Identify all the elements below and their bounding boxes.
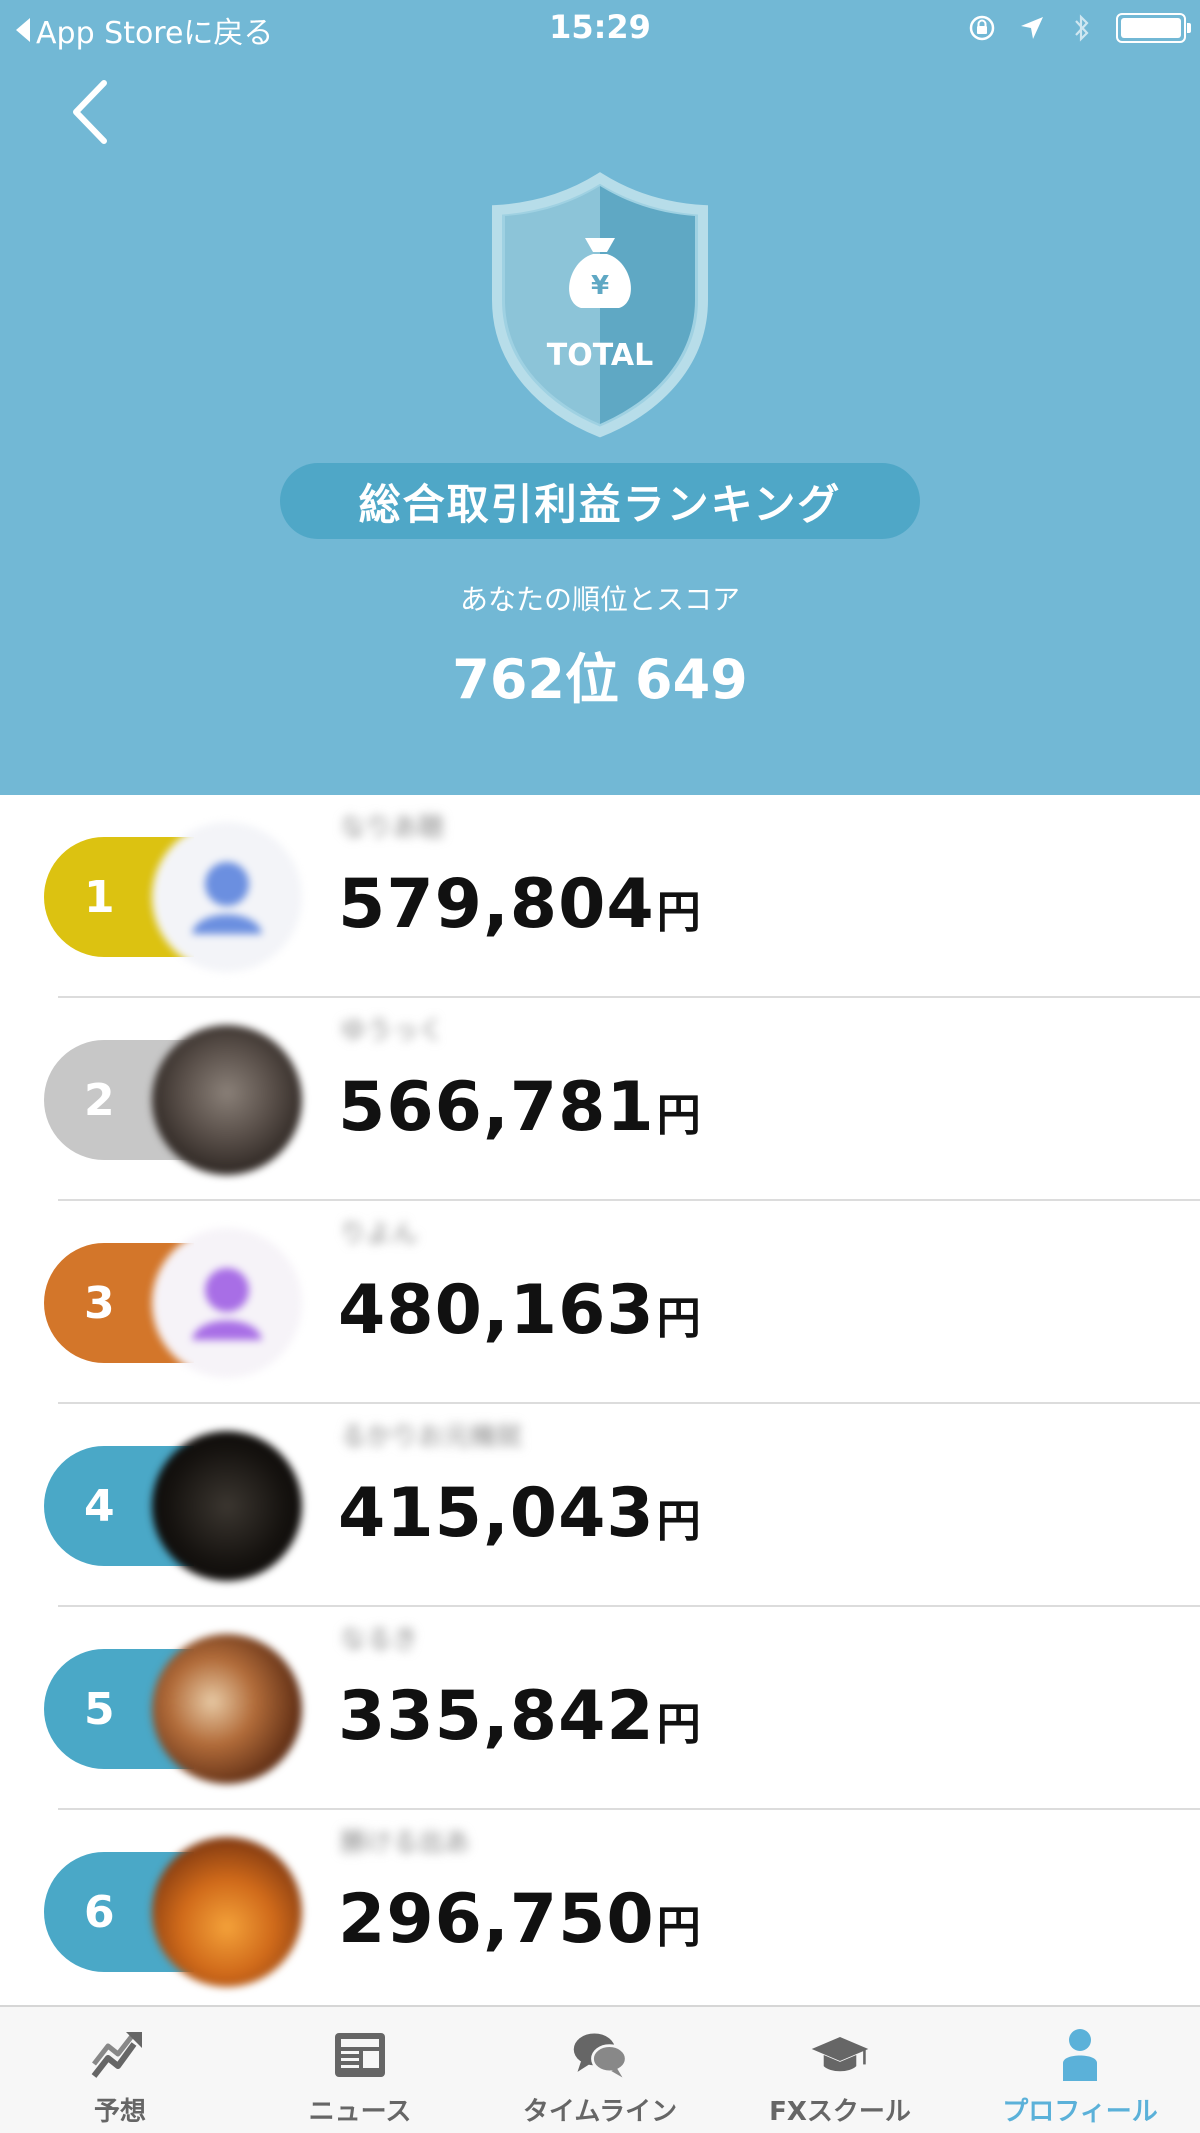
profit-amount: 579,804円 bbox=[338, 865, 702, 944]
tab-timeline[interactable]: タイムライン bbox=[480, 2007, 720, 2133]
ranking-header: App Storeに戻る 15:29 ¥ TOTAL 総合取引利益ランキング あ… bbox=[0, 0, 1200, 795]
chevron-left-icon bbox=[73, 80, 107, 144]
avatar bbox=[152, 1634, 302, 1784]
newspaper-icon bbox=[330, 2025, 390, 2085]
user-placeholder-icon bbox=[192, 862, 262, 934]
username: りよん bbox=[340, 1219, 419, 1249]
person-icon bbox=[1050, 2025, 1110, 2085]
your-rank-score: 762位 649 bbox=[0, 635, 1200, 714]
user-placeholder-icon bbox=[192, 1268, 262, 1340]
chat-bubbles-icon bbox=[570, 2025, 630, 2085]
profit-amount: 566,781円 bbox=[338, 1068, 702, 1147]
tab-label: プロフィール bbox=[1002, 2097, 1158, 2127]
username: なるき bbox=[340, 1625, 419, 1655]
tab-news[interactable]: ニュース bbox=[240, 2007, 480, 2133]
tab-label: 予想 bbox=[93, 2097, 146, 2127]
profit-amount: 335,842円 bbox=[338, 1677, 702, 1756]
shield-icon: ¥ TOTAL bbox=[492, 172, 708, 438]
status-bar: App Storeに戻る 15:29 bbox=[0, 0, 1200, 60]
profit-amount: 296,750円 bbox=[338, 1880, 702, 1959]
username: 勝ける出あ bbox=[340, 1828, 471, 1858]
ranking-list[interactable]: 1 なりあ聴 579,804円 2 ゆうっく 566,781円 3 りよん 48… bbox=[0, 795, 1200, 2005]
orientation-lock-icon bbox=[966, 12, 998, 44]
your-rank-label: あなたの順位とスコア bbox=[459, 583, 740, 616]
ranking-row[interactable]: 5 なるき 335,842円 bbox=[0, 1607, 1200, 1810]
avatar bbox=[152, 822, 302, 972]
your-rank: 762位 bbox=[452, 648, 619, 711]
tab-forecast[interactable]: 予想 bbox=[0, 2007, 240, 2133]
ranking-row[interactable]: 3 りよん 480,163円 bbox=[0, 1201, 1200, 1404]
username: ゆうっく bbox=[340, 1016, 445, 1046]
tab-bar: 予想 ニュース タイムライン FXスクール プロフィール bbox=[0, 2005, 1200, 2133]
tab-label: FXスクール bbox=[769, 2097, 911, 2127]
ranking-row[interactable]: 6 勝ける出あ 296,750円 bbox=[0, 1810, 1200, 2005]
bluetooth-icon bbox=[1066, 12, 1098, 44]
avatar bbox=[152, 1431, 302, 1581]
total-shield-badge: ¥ TOTAL bbox=[485, 170, 715, 440]
back-button[interactable] bbox=[55, 72, 125, 152]
tab-fx-school[interactable]: FXスクール bbox=[720, 2007, 960, 2133]
ranking-row[interactable]: 4 るかりお元機就 415,043円 bbox=[0, 1404, 1200, 1607]
avatar bbox=[152, 1837, 302, 1987]
profit-amount: 480,163円 bbox=[338, 1271, 702, 1350]
page-title: 総合取引利益ランキング bbox=[358, 479, 842, 529]
username: なりあ聴 bbox=[340, 813, 445, 843]
ranking-title-pill: 総合取引利益ランキング bbox=[280, 463, 920, 539]
profit-amount: 415,043円 bbox=[338, 1474, 702, 1553]
ranking-row[interactable]: 1 なりあ聴 579,804円 bbox=[0, 795, 1200, 998]
your-score: 649 bbox=[635, 648, 748, 711]
ranking-row[interactable]: 2 ゆうっく 566,781円 bbox=[0, 998, 1200, 1201]
trend-chart-icon bbox=[90, 2025, 150, 2085]
tab-label: ニュース bbox=[308, 2097, 412, 2127]
location-arrow-icon bbox=[1016, 12, 1048, 44]
avatar bbox=[152, 1228, 302, 1378]
svg-text:¥: ¥ bbox=[591, 271, 609, 301]
tab-label: タイムライン bbox=[522, 2097, 678, 2127]
username: るかりお元機就 bbox=[340, 1422, 523, 1452]
battery-icon bbox=[1116, 13, 1191, 43]
total-label: TOTAL bbox=[547, 338, 653, 373]
tab-profile[interactable]: プロフィール bbox=[960, 2007, 1200, 2133]
graduation-cap-icon bbox=[810, 2025, 870, 2085]
avatar bbox=[152, 1025, 302, 1175]
